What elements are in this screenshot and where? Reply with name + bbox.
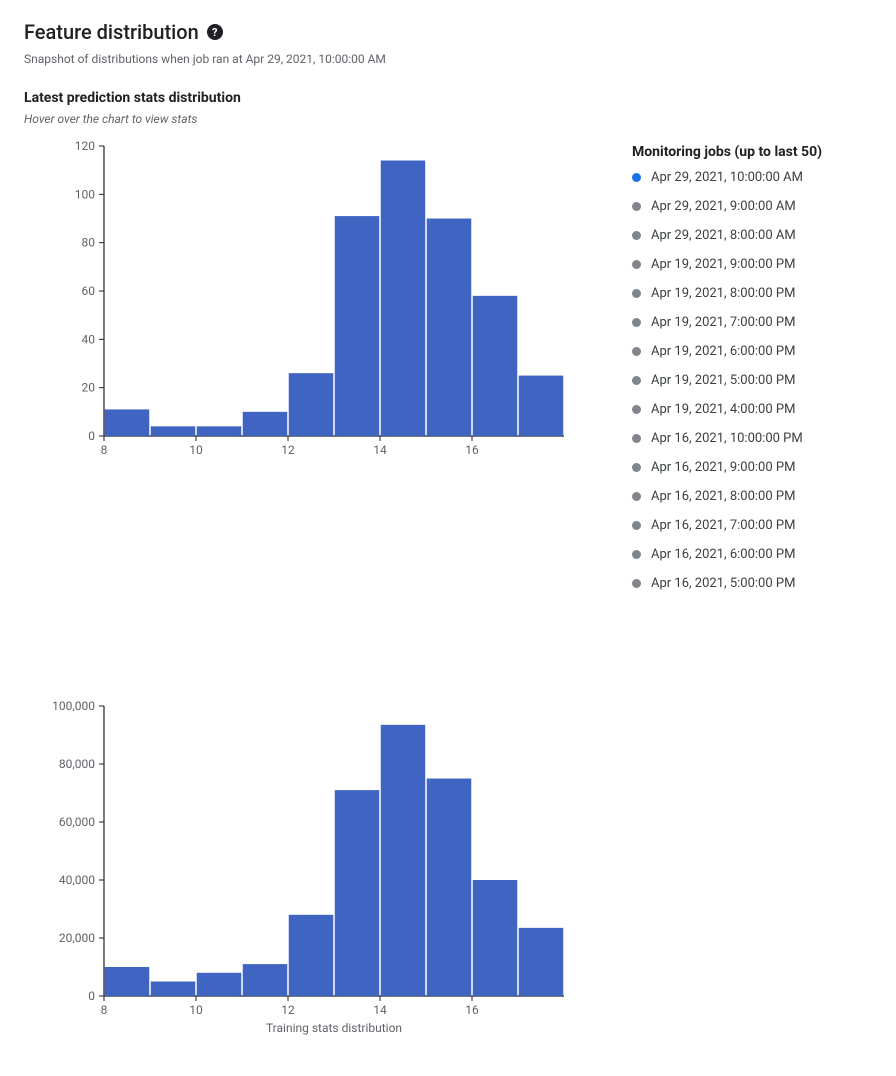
monitoring-job-item[interactable]: Apr 19, 2021, 9:00:00 PM xyxy=(632,257,872,272)
monitoring-job-label: Apr 16, 2021, 5:00:00 PM xyxy=(651,576,795,591)
monitoring-job-label: Apr 16, 2021, 6:00:00 PM xyxy=(651,547,795,562)
monitoring-job-item[interactable]: Apr 19, 2021, 7:00:00 PM xyxy=(632,315,872,330)
legend-dot-icon xyxy=(632,289,641,298)
prediction-stats-chart[interactable]: 0 20 40 60 80 100 120 8 10 12 14 16 xyxy=(24,136,584,476)
legend-dot-icon xyxy=(632,521,641,530)
section-title: Latest prediction stats distribution xyxy=(24,90,872,106)
monitoring-job-label: Apr 16, 2021, 8:00:00 PM xyxy=(651,489,795,504)
chart-bar xyxy=(197,426,242,436)
monitoring-job-label: Apr 19, 2021, 7:00:00 PM xyxy=(651,315,795,330)
chart-bar xyxy=(243,964,288,996)
chart-bar xyxy=(105,409,150,436)
chart-bar xyxy=(381,161,426,437)
legend-dot-icon xyxy=(632,550,641,559)
chart-bar xyxy=(151,426,196,436)
monitoring-job-label: Apr 19, 2021, 9:00:00 PM xyxy=(651,257,795,272)
monitoring-job-item[interactable]: Apr 16, 2021, 6:00:00 PM xyxy=(632,547,872,562)
chart-bar xyxy=(381,725,426,996)
chart-bar xyxy=(473,880,518,996)
monitoring-job-item[interactable]: Apr 16, 2021, 7:00:00 PM xyxy=(632,518,872,533)
monitoring-job-item[interactable]: Apr 16, 2021, 8:00:00 PM xyxy=(632,489,872,504)
chart-bar xyxy=(427,779,472,997)
chart-bar xyxy=(519,376,564,436)
monitoring-job-item[interactable]: Apr 16, 2021, 10:00:00 PM xyxy=(632,431,872,446)
chart-bar xyxy=(473,296,518,436)
monitoring-job-label: Apr 19, 2021, 5:00:00 PM xyxy=(651,373,795,388)
snapshot-subtitle: Snapshot of distributions when job ran a… xyxy=(24,52,872,66)
chart-bar xyxy=(427,219,472,437)
svg-text:100: 100 xyxy=(75,187,95,201)
svg-text:12: 12 xyxy=(281,1003,295,1017)
monitoring-job-item[interactable]: Apr 16, 2021, 5:00:00 PM xyxy=(632,576,872,591)
svg-text:Training stats distribution: Training stats distribution xyxy=(266,1021,402,1035)
chart-bar xyxy=(105,967,150,996)
legend-dot-icon xyxy=(632,492,641,501)
svg-text:20: 20 xyxy=(82,381,96,395)
monitoring-job-label: Apr 16, 2021, 10:00:00 PM xyxy=(651,431,803,446)
legend-dot-icon xyxy=(632,376,641,385)
monitoring-job-item[interactable]: Apr 29, 2021, 8:00:00 AM xyxy=(632,228,872,243)
help-icon[interactable]: ? xyxy=(207,24,223,40)
chart-bar xyxy=(197,973,242,996)
chart-bar xyxy=(519,928,564,996)
hover-hint: Hover over the chart to view stats xyxy=(24,112,872,126)
monitoring-job-label: Apr 19, 2021, 4:00:00 PM xyxy=(651,402,795,417)
svg-text:40,000: 40,000 xyxy=(59,873,95,887)
legend-dot-icon xyxy=(632,173,641,182)
monitoring-job-item[interactable]: Apr 29, 2021, 10:00:00 AM xyxy=(632,170,872,185)
svg-text:8: 8 xyxy=(101,443,108,457)
legend-dot-icon xyxy=(632,405,641,414)
svg-text:14: 14 xyxy=(373,443,387,457)
svg-text:10: 10 xyxy=(189,1003,203,1017)
chart-bar xyxy=(151,982,196,997)
monitoring-job-item[interactable]: Apr 19, 2021, 5:00:00 PM xyxy=(632,373,872,388)
monitoring-job-item[interactable]: Apr 19, 2021, 6:00:00 PM xyxy=(632,344,872,359)
legend-dot-icon xyxy=(632,202,641,211)
svg-text:60,000: 60,000 xyxy=(59,815,95,829)
legend-dot-icon xyxy=(632,579,641,588)
monitoring-job-label: Apr 19, 2021, 8:00:00 PM xyxy=(651,286,795,301)
svg-text:14: 14 xyxy=(373,1003,387,1017)
legend-title: Monitoring jobs (up to last 50) xyxy=(632,144,872,160)
svg-text:120: 120 xyxy=(75,139,95,153)
svg-text:40: 40 xyxy=(82,332,96,346)
monitoring-job-label: Apr 29, 2021, 10:00:00 AM xyxy=(651,170,803,185)
monitoring-job-item[interactable]: Apr 29, 2021, 9:00:00 AM xyxy=(632,199,872,214)
legend-dot-icon xyxy=(632,347,641,356)
monitoring-job-item[interactable]: Apr 19, 2021, 8:00:00 PM xyxy=(632,286,872,301)
page-title: Feature distribution xyxy=(24,20,199,44)
svg-text:60: 60 xyxy=(82,284,96,298)
monitoring-job-label: Apr 16, 2021, 9:00:00 PM xyxy=(651,460,795,475)
svg-text:16: 16 xyxy=(465,443,479,457)
legend-dot-icon xyxy=(632,463,641,472)
monitoring-job-label: Apr 29, 2021, 8:00:00 AM xyxy=(651,228,796,243)
svg-text:12: 12 xyxy=(281,443,295,457)
svg-text:10: 10 xyxy=(189,443,203,457)
svg-text:0: 0 xyxy=(88,989,95,1003)
legend-dot-icon xyxy=(632,318,641,327)
monitoring-job-label: Apr 29, 2021, 9:00:00 AM xyxy=(651,199,796,214)
legend-dot-icon xyxy=(632,434,641,443)
training-stats-chart[interactable]: 0 20,000 40,000 60,000 80,000 100,000 8 10 12 14 1… xyxy=(24,696,584,1036)
monitoring-job-label: Apr 19, 2021, 6:00:00 PM xyxy=(651,344,795,359)
svg-text:80: 80 xyxy=(82,236,96,250)
svg-text:8: 8 xyxy=(101,1003,108,1017)
legend-dot-icon xyxy=(632,260,641,269)
chart-bar xyxy=(335,216,380,436)
chart-bar xyxy=(289,373,334,436)
chart-bar xyxy=(243,412,288,436)
legend-dot-icon xyxy=(632,231,641,240)
monitoring-job-item[interactable]: Apr 16, 2021, 9:00:00 PM xyxy=(632,460,872,475)
svg-text:0: 0 xyxy=(88,429,95,443)
monitoring-jobs-legend: Monitoring jobs (up to last 50) Apr 29, … xyxy=(632,136,872,591)
svg-text:20,000: 20,000 xyxy=(59,931,95,945)
chart-bar xyxy=(335,790,380,996)
monitoring-job-item[interactable]: Apr 19, 2021, 4:00:00 PM xyxy=(632,402,872,417)
svg-text:100,000: 100,000 xyxy=(52,699,95,713)
svg-text:80,000: 80,000 xyxy=(59,757,95,771)
monitoring-job-label: Apr 16, 2021, 7:00:00 PM xyxy=(651,518,795,533)
svg-text:16: 16 xyxy=(465,1003,479,1017)
chart-bar xyxy=(289,915,334,996)
